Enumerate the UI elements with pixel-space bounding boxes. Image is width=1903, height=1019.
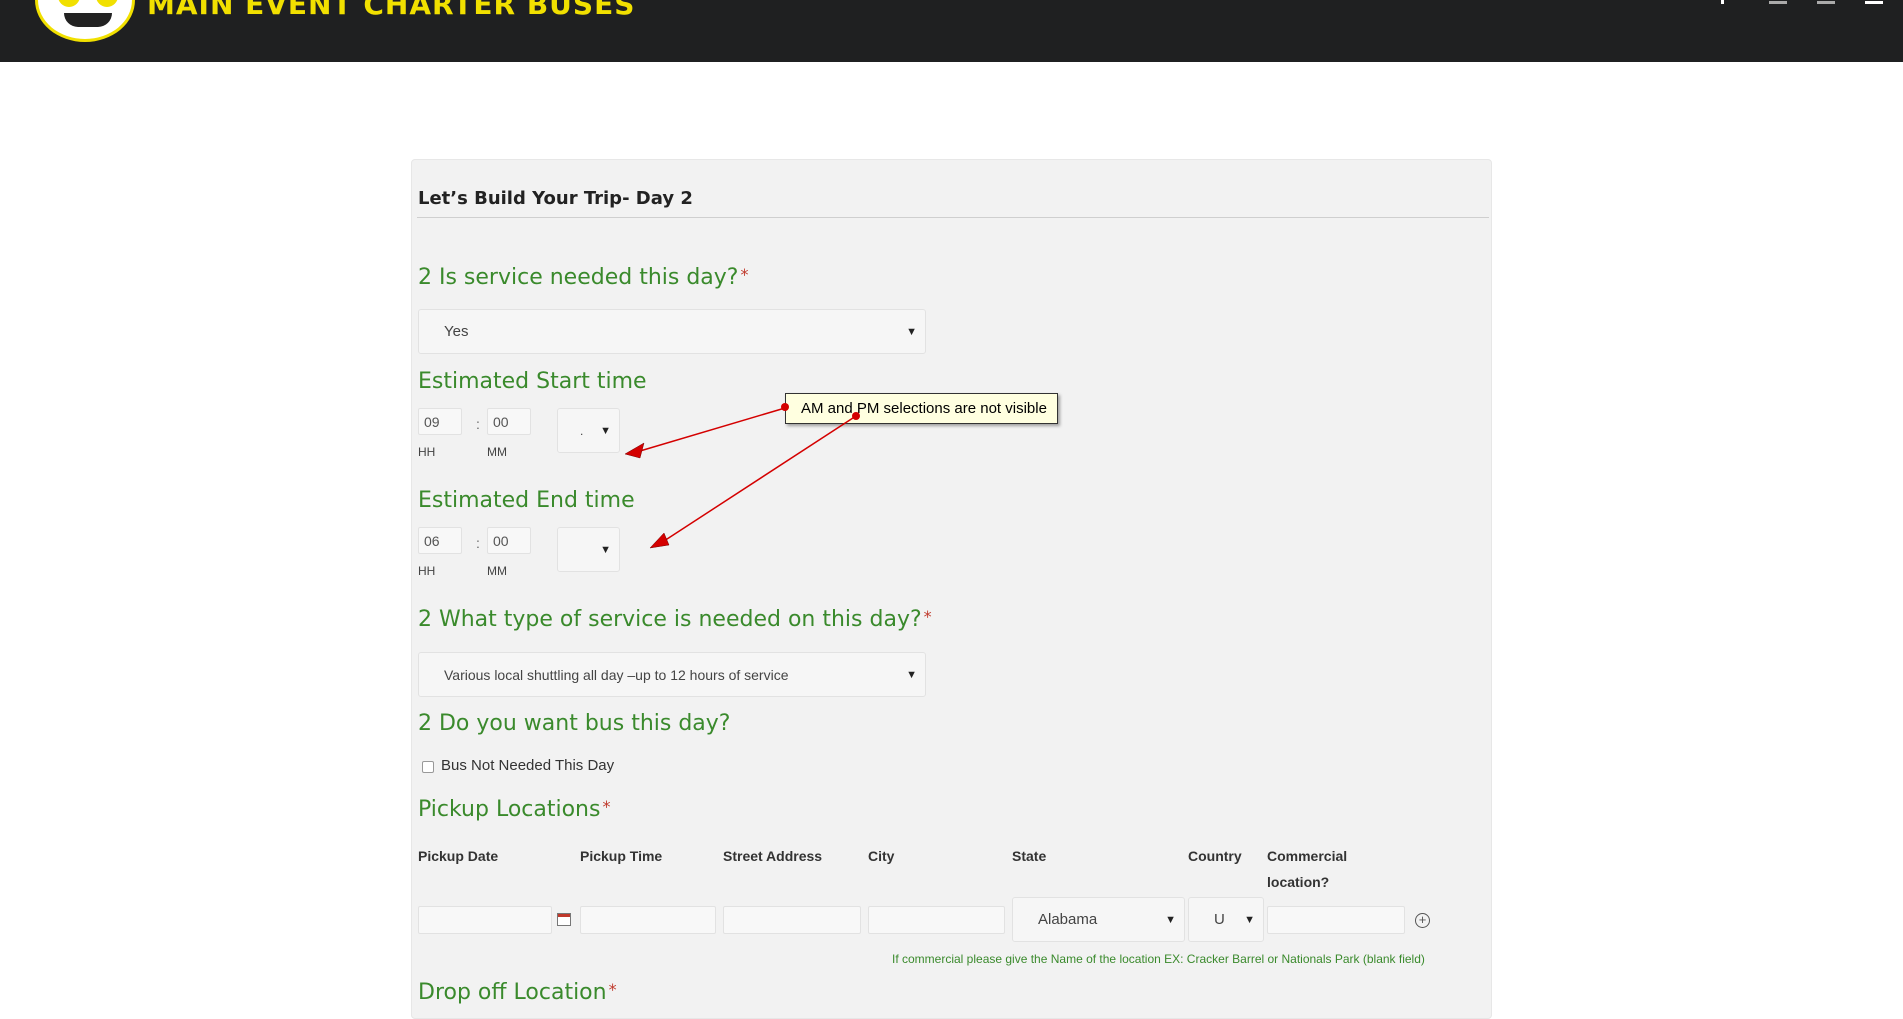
bus-question-label: 2 Do you want bus this day?	[418, 711, 731, 736]
country-value: U	[1214, 911, 1225, 928]
service-needed-label: 2 Is service needed this day?	[418, 265, 739, 290]
service-needed-select[interactable]: Yes ▼	[418, 309, 926, 354]
start-time-label: Estimated Start time	[418, 369, 647, 394]
time-separator: :	[476, 535, 480, 551]
bus-not-needed-label[interactable]: Bus Not Needed This Day	[441, 757, 614, 774]
service-type-label: 2 What type of service is needed on this…	[418, 607, 922, 632]
calendar-icon[interactable]	[557, 913, 571, 926]
logo-eye-right	[96, 0, 118, 7]
commercial-location-input[interactable]	[1267, 906, 1405, 934]
end-hh-label: HH	[418, 564, 436, 578]
logo[interactable]	[35, 0, 135, 42]
required-mark: *	[602, 797, 611, 816]
country-select[interactable]: U ▼	[1188, 897, 1264, 942]
col-street-address: Street Address	[723, 848, 823, 864]
required-mark: *	[740, 265, 749, 284]
state-select[interactable]: Alabama ▼	[1012, 897, 1185, 942]
brand-name[interactable]: MAIN EVENT CHARTER BUSES	[147, 0, 635, 21]
logo-eye-left	[58, 0, 80, 7]
pickup-date-input[interactable]	[418, 906, 552, 934]
end-mm-label: MM	[487, 564, 507, 578]
dropoff-label: Drop off Location	[418, 980, 607, 1005]
service-needed-question: 2 Is service needed this day? *	[418, 265, 748, 290]
twitter-icon[interactable]	[1769, 0, 1787, 4]
end-time-label: Estimated End time	[418, 488, 635, 513]
dropoff-question: Drop off Location *	[418, 980, 617, 1005]
col-commercial-location: Commercial location?	[1267, 848, 1348, 890]
service-type-value: Various local shuttling all day –up to 1…	[444, 666, 789, 683]
start-ampm-select[interactable]: . ▼	[557, 408, 620, 453]
pickup-time-input[interactable]	[580, 906, 716, 934]
site-header: MAIN EVENT CHARTER BUSES	[0, 0, 1903, 62]
required-mark: *	[608, 980, 617, 999]
col-state: State	[1012, 848, 1047, 864]
pickup-label: Pickup Locations	[418, 797, 601, 822]
start-mm-input[interactable]: 00	[487, 408, 531, 435]
google-plus-icon[interactable]	[1817, 0, 1835, 4]
start-mm-label: MM	[487, 445, 507, 459]
chevron-down-icon: ▼	[600, 543, 611, 556]
annotation-note: AM and PM selections are not visible	[785, 393, 1058, 424]
chevron-down-icon: ▼	[906, 325, 917, 338]
col-city: City	[868, 848, 895, 864]
start-ampm-value: .	[580, 423, 584, 438]
commercial-hint: If commercial please give the Name of th…	[892, 952, 1425, 966]
header-social-icons	[1721, 0, 1883, 4]
add-location-icon[interactable]: +	[1415, 913, 1430, 928]
chevron-down-icon: ▼	[600, 424, 611, 437]
col-pickup-time: Pickup Time	[580, 848, 663, 864]
state-value: Alabama	[1038, 911, 1098, 928]
col-country: Country	[1188, 848, 1242, 864]
end-mm-input[interactable]: 00	[487, 527, 531, 554]
service-needed-value: Yes	[444, 323, 469, 340]
bus-not-needed-checkbox[interactable]	[422, 761, 434, 773]
city-input[interactable]	[868, 906, 1005, 934]
chevron-down-icon: ▼	[1244, 913, 1255, 926]
mustache-icon	[64, 13, 112, 27]
start-hh-input[interactable]: 09	[418, 408, 462, 435]
required-mark: *	[923, 607, 932, 626]
service-type-question: 2 What type of service is needed on this…	[418, 607, 932, 632]
pickup-question: Pickup Locations *	[418, 797, 610, 822]
start-hh-label: HH	[418, 445, 436, 459]
chevron-down-icon: ▼	[906, 668, 917, 681]
col-pickup-date: Pickup Date	[418, 848, 499, 864]
time-separator: :	[476, 416, 480, 432]
section-divider	[417, 217, 1489, 218]
linkedin-icon[interactable]	[1865, 0, 1883, 4]
street-address-input[interactable]	[723, 906, 861, 934]
chevron-down-icon: ▼	[1165, 913, 1176, 926]
end-hh-input[interactable]: 06	[418, 527, 462, 554]
facebook-icon[interactable]	[1721, 0, 1739, 4]
trip-form-panel: Let’s Build Your Trip- Day 2 2 Is servic…	[411, 159, 1492, 1019]
service-type-select[interactable]: Various local shuttling all day –up to 1…	[418, 652, 926, 697]
section-title: Let’s Build Your Trip- Day 2	[418, 188, 693, 209]
end-ampm-select[interactable]: ▼	[557, 527, 620, 572]
